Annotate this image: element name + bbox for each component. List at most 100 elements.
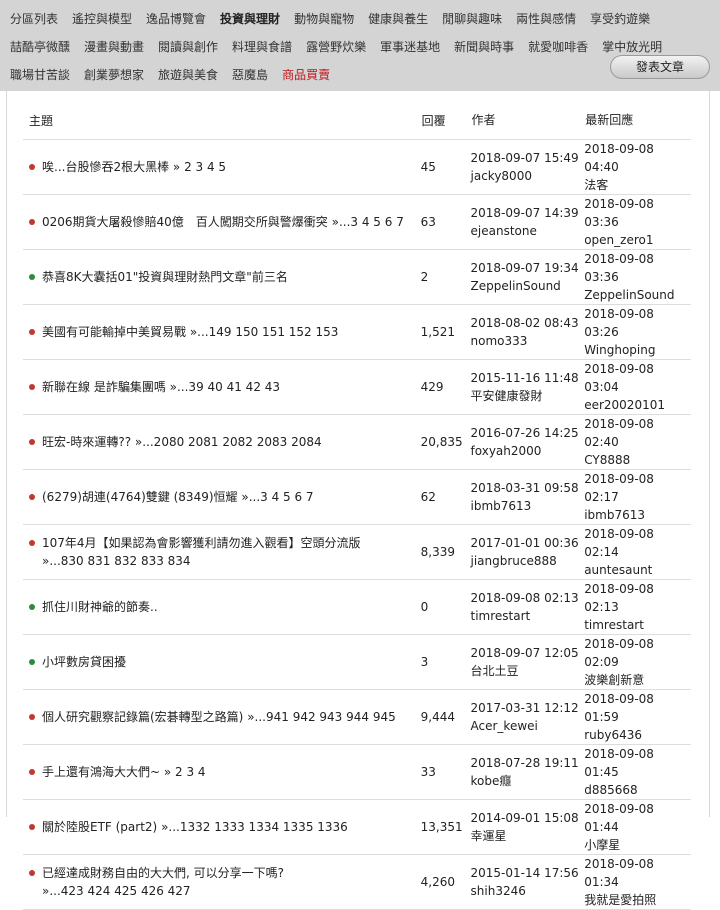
page-links[interactable]: »...149 150 151 152 153 (186, 325, 339, 339)
topic-title-link[interactable]: 抓住川財神爺的節奏.. (42, 600, 158, 614)
nav-item[interactable]: 旅遊與美食 (158, 64, 218, 86)
topic-title-link[interactable]: (6279)胡連(4764)雙鍵 (8349)恒耀 (42, 490, 238, 504)
reply-count: 429 (420, 359, 471, 415)
topic-title-link[interactable]: 恭喜8K大囊括01"投資與理財熱門文章"前三名 (42, 270, 288, 284)
nav-item[interactable]: 閒聊與趣味 (442, 8, 502, 30)
author-name-link[interactable]: timrestart (471, 607, 585, 625)
last-reply-time: 2018-09-08 03:36 (584, 197, 654, 229)
topic-title-link[interactable]: 新聯在線 是詐騙集團嗎 (42, 380, 166, 394)
topic-cell: 新聯在線 是詐騙集團嗎 »...39 40 41 42 43 (23, 359, 421, 415)
topic-cell: 手上還有鴻海大大們~ » 2 3 4 (23, 744, 421, 800)
table-row[interactable]: 抓住川財神爺的節奏.. 0 2018-09-08 02:13 timrestart 20… (23, 579, 691, 635)
post-article-button[interactable]: 發表文章 (610, 55, 710, 79)
page-links[interactable]: »...2080 2081 2082 2083 2084 (131, 435, 322, 449)
topic-title-link[interactable]: 關於陸股ETF (part2) (42, 820, 157, 834)
page-links[interactable]: »...423 424 425 426 427 (42, 884, 191, 898)
author-name-link[interactable]: jacky8000 (471, 167, 585, 185)
page-links[interactable]: »...3 4 5 6 7 (328, 215, 404, 229)
page-links[interactable]: »...3 4 5 6 7 (238, 490, 313, 504)
topic-title-link[interactable]: 美國有可能輸掉中美貿易戰 (42, 325, 186, 339)
nav-item[interactable]: 商品買賣 (282, 64, 330, 86)
last-reply-user-link[interactable]: 我就是愛拍照 (584, 891, 691, 909)
nav-item[interactable]: 健康與養生 (368, 8, 428, 30)
table-row[interactable]: 美國有可能輸掉中美貿易戰 »...149 150 151 152 153 1,52… (23, 304, 691, 360)
author-name-link[interactable]: ZeppelinSound (471, 277, 585, 295)
table-row[interactable]: 旺宏-時來運轉?? »...2080 2081 2082 2083 2084 20… (23, 414, 691, 470)
nav-item[interactable]: 漫畫與動畫 (84, 36, 144, 58)
page-links[interactable]: » 2 3 4 5 (169, 160, 226, 174)
last-reply-user-link[interactable]: 小摩星 (584, 836, 691, 854)
author-time: 2017-01-01 00:36 (470, 536, 579, 550)
topic-title-link[interactable]: 107年4月【如果認為會影響獲利請勿進入觀看】空頭分流版 (42, 536, 361, 550)
table-row[interactable]: 恭喜8K大囊括01"投資與理財熱門文章"前三名 2 2018-09-07 19:34… (23, 249, 691, 305)
nav-item[interactable]: 喆酷亭微醺 (10, 36, 70, 58)
table-row[interactable]: 唉...台股慘吞2根大黑棒 » 2 3 4 5 45 2018-09-07 15:4… (23, 139, 691, 195)
page-links[interactable]: »...1332 1333 1334 1335 1336 (157, 820, 348, 834)
author-name-link[interactable]: ejeanstone (471, 222, 585, 240)
page-links[interactable]: »...39 40 41 42 43 (166, 380, 280, 394)
status-dot-icon (29, 659, 35, 665)
table-row[interactable]: 個人研究觀察記錄篇(宏碁轉型之路篇) »...941 942 943 944 9… (23, 689, 691, 745)
author-name-link[interactable]: 平安健康發財 (471, 387, 585, 405)
table-row[interactable]: (6279)胡連(4764)雙鍵 (8349)恒耀 »...3 4 5 6 76… (23, 469, 691, 525)
nav-item[interactable]: 創業夢想家 (84, 64, 144, 86)
page-links[interactable]: »...941 942 943 944 945 (243, 710, 396, 724)
table-row[interactable]: 新聯在線 是詐騙集團嗎 »...39 40 41 42 43 429 2015-11… (23, 359, 691, 415)
topic-title-link[interactable]: 手上還有鴻海大大們~ (42, 765, 160, 779)
last-reply-user-link[interactable]: 波樂創新意 (584, 671, 691, 689)
table-row[interactable]: 0206期貨大屠殺慘賠40億 百人闖期交所與警爆衝突 »...3 4 5 6 7… (23, 194, 691, 250)
table-row[interactable]: 手上還有鴻海大大們~ » 2 3 4 33 2018-07-28 19:11 kobe… (23, 744, 691, 800)
nav-item[interactable]: 料理與食譜 (232, 36, 292, 58)
last-reply-user-link[interactable]: CY8888 (584, 451, 691, 469)
nav-item[interactable]: 兩性與感情 (516, 8, 576, 30)
last-reply-user-link[interactable]: Winghoping (584, 341, 691, 359)
last-reply-cell: 2018-09-08 03:26 Winghoping (584, 304, 691, 360)
last-reply-user-link[interactable]: auntesaunt (584, 561, 691, 579)
author-name-link[interactable]: shih3246 (471, 882, 585, 900)
nav-item[interactable]: 投資與理財 (220, 8, 280, 30)
topic-title-link[interactable]: 已經達成財務自由的大大們, 可以分享一下嗎? (42, 866, 284, 880)
page-links[interactable]: » 2 3 4 (160, 765, 206, 779)
nav-item[interactable]: 享受釣遊樂 (590, 8, 650, 30)
topic-title-link[interactable]: 小坪數房貸困擾 (42, 655, 126, 669)
nav-item[interactable]: 新聞與時事 (454, 36, 514, 58)
author-name-link[interactable]: jiangbruce888 (471, 552, 585, 570)
page-links[interactable]: »...830 831 832 833 834 (42, 554, 191, 568)
last-reply-user-link[interactable]: open_zero1 (584, 231, 691, 249)
last-reply-user-link[interactable]: ruby6436 (584, 726, 691, 744)
table-row[interactable]: 已經達成財務自由的大大們, 可以分享一下嗎? »...423 424 425 4… (23, 854, 691, 910)
topic-title-link[interactable]: 個人研究觀察記錄篇(宏碁轉型之路篇) (42, 710, 243, 724)
author-name-link[interactable]: nomo333 (471, 332, 585, 350)
author-name-link[interactable]: 台北土豆 (471, 662, 585, 680)
topic-title-link[interactable]: 旺宏-時來運轉?? (42, 435, 131, 449)
last-reply-user-link[interactable]: ZeppelinSound (584, 286, 691, 304)
nav-item[interactable]: 分區列表 (10, 8, 58, 30)
nav-item[interactable]: 惡魔島 (232, 64, 268, 86)
topic-title-link[interactable]: 唉...台股慘吞2根大黑棒 (42, 160, 169, 174)
last-reply-user-link[interactable]: timrestart (584, 616, 691, 634)
author-name-link[interactable]: foxyah2000 (471, 442, 585, 460)
nav-item[interactable]: 軍事迷基地 (380, 36, 440, 58)
last-reply-user-link[interactable]: eer20020101 (584, 396, 691, 414)
nav-item[interactable]: 動物與寵物 (294, 8, 354, 30)
author-name-link[interactable]: kobe癮 (471, 772, 585, 790)
nav-item[interactable]: 遙控與模型 (72, 8, 132, 30)
table-row[interactable]: 小坪數房貸困擾 3 2018-09-07 12:05 台北土豆 2018-09-08 0… (23, 634, 691, 690)
nav-item[interactable]: 就愛咖啡香 (528, 36, 588, 58)
nav-item[interactable]: 職場甘苦談 (10, 64, 70, 86)
author-name-link[interactable]: ibmb7613 (471, 497, 585, 515)
last-reply-user-link[interactable]: d885668 (584, 781, 691, 799)
author-name-link[interactable]: Acer_kewei (471, 717, 585, 735)
author-time: 2018-03-31 09:58 (470, 481, 579, 495)
nav-item[interactable]: 閱讀與創作 (158, 36, 218, 58)
status-dot-icon (29, 329, 35, 335)
last-reply-user-link[interactable]: ibmb7613 (584, 506, 691, 524)
table-row[interactable]: 107年4月【如果認為會影響獲利請勿進入觀看】空頭分流版 »...830 831… (23, 524, 691, 580)
last-reply-user-link[interactable]: 法客 (584, 176, 691, 194)
nav-item[interactable]: 逸品博覽會 (146, 8, 206, 30)
author-name-link[interactable]: 幸運星 (471, 827, 585, 845)
topic-title-link[interactable]: 0206期貨大屠殺慘賠40億 百人闖期交所與警爆衝突 (42, 215, 328, 229)
nav-item[interactable]: 露營野炊樂 (306, 36, 366, 58)
table-row[interactable]: 關於陸股ETF (part2) »...1332 1333 1334 1335 … (23, 799, 691, 855)
status-dot-icon (29, 164, 35, 170)
